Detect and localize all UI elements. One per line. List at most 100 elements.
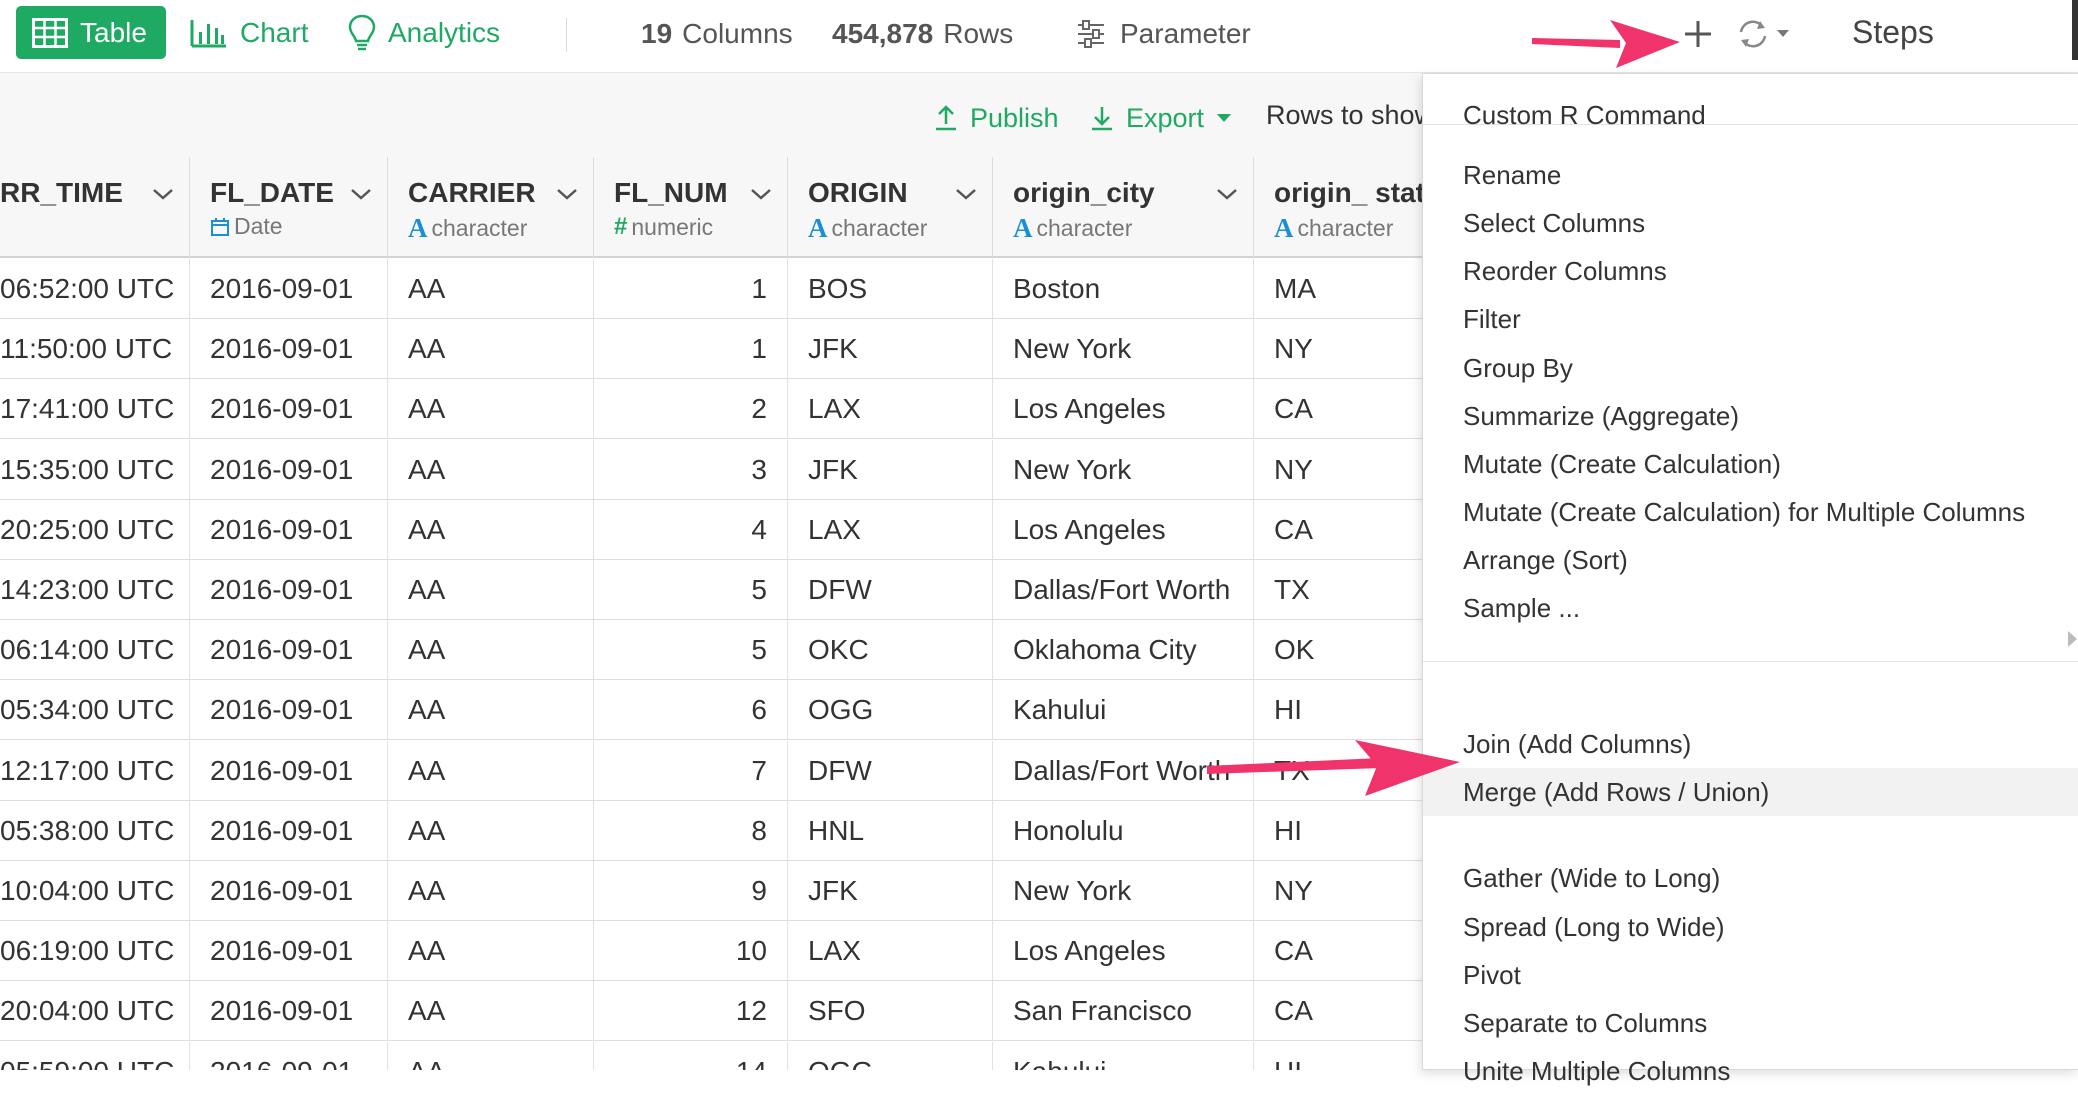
menu-item[interactable]: Reorder Columns xyxy=(1423,247,2078,295)
column-name: FL_NUM xyxy=(614,177,728,208)
column-header[interactable]: ORIGIN Acharacter xyxy=(788,157,993,258)
table-cell: HI xyxy=(1254,680,1422,740)
table-cell: Honolulu xyxy=(993,801,1254,861)
character-type-icon: A xyxy=(808,213,828,243)
table-cell: AA xyxy=(388,1042,594,1070)
column-header[interactable]: FL_DATE Date xyxy=(190,157,388,258)
column-type: Acharacter xyxy=(1013,213,1132,244)
table-cell: 5 xyxy=(594,620,788,680)
refresh-dropdown-button[interactable] xyxy=(1735,18,1795,50)
numeric-type-icon: # xyxy=(614,213,628,240)
steps-panel-title: Steps xyxy=(1852,14,1934,50)
column-type: # numeric xyxy=(614,213,713,241)
table-cell: 14 xyxy=(594,1042,788,1070)
table-cell: New York xyxy=(993,440,1254,500)
table-cell: 6 xyxy=(594,680,788,740)
column-header[interactable]: origin_city Acharacter xyxy=(993,157,1254,258)
menu-item[interactable]: Gather (Wide to Long) xyxy=(1423,854,2078,902)
sliders-icon xyxy=(1076,20,1106,48)
table-cell: 3 xyxy=(594,440,788,500)
menu-item[interactable]: Separate to Columns xyxy=(1423,999,2078,1047)
table-cell: CA xyxy=(1254,981,1422,1041)
table-view-button[interactable]: Table xyxy=(16,6,166,59)
table-cell: NY xyxy=(1254,861,1422,921)
menu-item[interactable]: Arrange (Sort) xyxy=(1423,536,2078,584)
add-step-button[interactable] xyxy=(1680,14,1716,52)
table-cell: Los Angeles xyxy=(993,921,1254,981)
column-menu-chevron-icon[interactable] xyxy=(1215,187,1239,201)
table-cell: 11:50:00 UTC xyxy=(0,319,190,379)
column-header[interactable]: FL_NUM # numeric xyxy=(594,157,788,258)
table-cell: 2016-09-01 xyxy=(190,319,388,379)
menu-item[interactable]: Rename xyxy=(1423,151,2078,199)
column-name: RR_TIME xyxy=(0,177,123,208)
table-row: 10:04:00 UTC 2016-09-01 AA 9 JFK New York NY xyxy=(0,861,1422,921)
table-cell: 2016-09-01 xyxy=(190,560,388,620)
table-icon xyxy=(32,17,68,48)
table-cell: 10 xyxy=(594,921,788,981)
add-step-menu: Custom R Command Rename Select Columns Reor… xyxy=(1422,73,2078,1086)
caret-down-icon xyxy=(1216,112,1232,124)
table-view-label: Table xyxy=(80,16,147,48)
publish-button[interactable]: Publish xyxy=(934,98,1059,138)
analytics-view-button[interactable]: Analytics xyxy=(348,6,500,59)
character-type-icon: A xyxy=(1274,213,1294,243)
menu-divider xyxy=(1423,661,2078,662)
table-cell: 12:17:00 UTC xyxy=(0,741,190,801)
table-cell: 8 xyxy=(594,801,788,861)
rows-count-label: Rows xyxy=(943,18,1014,49)
table-cell: NY xyxy=(1254,440,1422,500)
table-cell: New York xyxy=(993,861,1254,921)
table-cell: 14:23:00 UTC xyxy=(0,560,190,620)
menu-item[interactable]: Unite Multiple Columns xyxy=(1423,1047,2078,1095)
table-row: 05:59:00 UTC2016-09-01AA14OGGKahuluiHI xyxy=(0,1042,1422,1070)
menu-item[interactable]: Mutate (Create Calculation) xyxy=(1423,440,2078,488)
table-cell: AA xyxy=(388,620,594,680)
table-cell: OKC xyxy=(788,620,993,680)
column-header[interactable]: CARRIER Acharacter xyxy=(388,157,594,258)
table-cell: OGG xyxy=(788,680,993,740)
column-header[interactable]: origin_ stat Acharacter xyxy=(1254,157,1422,258)
menu-item[interactable]: Pivot xyxy=(1423,951,2078,999)
table-cell: 2016-09-01 xyxy=(190,620,388,680)
refresh-icon xyxy=(1735,18,1795,50)
table-cell: 06:19:00 UTC xyxy=(0,921,190,981)
export-button[interactable]: Export xyxy=(1090,98,1232,138)
menu-item[interactable]: Group By xyxy=(1423,344,2078,392)
column-name: origin_city xyxy=(1013,177,1155,208)
table-cell: AA xyxy=(388,741,594,801)
menu-item[interactable]: Sample ... xyxy=(1423,584,2078,632)
table-cell: 2016-09-01 xyxy=(190,741,388,801)
columns-count-value: 19 xyxy=(641,18,673,49)
menu-item[interactable]: Join (Add Columns) xyxy=(1423,720,2078,768)
menu-item[interactable]: Select Columns xyxy=(1423,199,2078,247)
column-menu-chevron-icon[interactable] xyxy=(151,187,175,201)
menu-item[interactable]: Summarize (Aggregate) xyxy=(1423,392,2078,440)
chart-view-button[interactable]: Chart xyxy=(190,6,308,59)
menu-item[interactable]: Mutate (Create Calculation) for Multiple… xyxy=(1423,488,2078,536)
table-cell: 17:41:00 UTC xyxy=(0,379,190,439)
plus-icon xyxy=(1680,14,1716,52)
column-name: CARRIER xyxy=(408,177,536,208)
menu-item[interactable]: Filter xyxy=(1423,295,2078,343)
parameter-button[interactable]: Parameter xyxy=(1076,14,1251,54)
column-type-label: numeric xyxy=(631,213,714,240)
table-cell: LAX xyxy=(788,921,993,981)
menu-item[interactable]: Spread (Long to Wide) xyxy=(1423,903,2078,951)
table-cell: JFK xyxy=(788,319,993,379)
menu-item[interactable]: Custom R Command xyxy=(1423,91,2078,139)
column-header[interactable]: RR_TIME xyxy=(0,157,190,258)
table-cell: HNL xyxy=(788,801,993,861)
table-cell: AA xyxy=(388,259,594,319)
table-row: 17:41:00 UTC 2016-09-01 AA 2 LAX Los Angeles C… xyxy=(0,379,1422,439)
rows-count-value: 454,878 xyxy=(832,18,934,49)
table-cell: CA xyxy=(1254,921,1422,981)
table-cell: Kahului xyxy=(993,1042,1254,1070)
table-cell: AA xyxy=(388,319,594,379)
column-menu-chevron-icon[interactable] xyxy=(555,187,579,201)
column-menu-chevron-icon[interactable] xyxy=(349,187,373,201)
column-menu-chevron-icon[interactable] xyxy=(749,187,773,201)
column-type: Date xyxy=(210,213,283,240)
column-menu-chevron-icon[interactable] xyxy=(954,187,978,201)
menu-item[interactable]: Merge (Add Rows / Union) xyxy=(1423,768,2078,816)
